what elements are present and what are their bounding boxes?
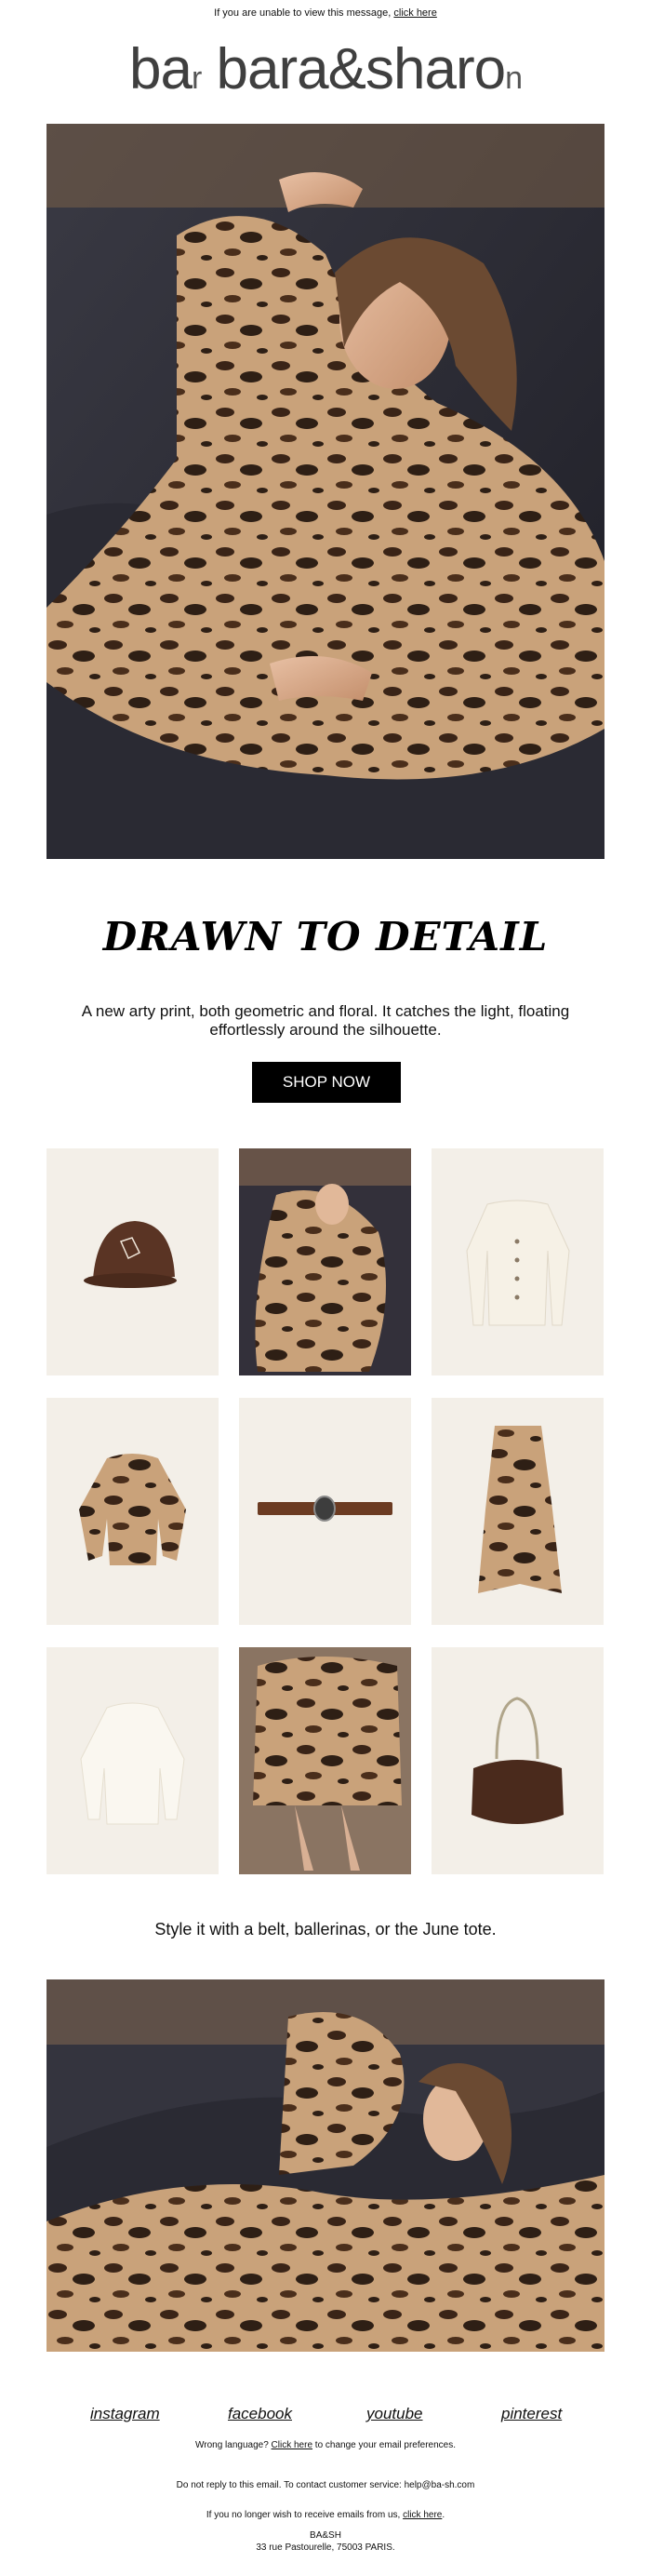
shop-now-button[interactable]: SHOP NOW	[252, 1062, 401, 1103]
company-name: BA&SH	[310, 2530, 341, 2541]
logo-left: bar	[129, 37, 202, 101]
product-june-tote[interactable]	[432, 1647, 604, 1874]
product-ivory-blouse[interactable]	[46, 1647, 219, 1874]
unsubscribe-link[interactable]: click here	[403, 2510, 442, 2520]
product-print-blouse[interactable]	[46, 1398, 219, 1625]
social-facebook-link[interactable]: facebook	[228, 2405, 292, 2423]
brand-logo[interactable]: bar bara&sharon	[0, 37, 651, 111]
product-print-skirt[interactable]	[432, 1398, 604, 1625]
social-pinterest-link[interactable]: pinterest	[501, 2405, 562, 2423]
noreply-line: Do not reply to this email. To contact c…	[176, 2480, 475, 2490]
language-text: Wrong language?	[195, 2440, 269, 2450]
view-online-link[interactable]: click here	[393, 7, 436, 19]
product-cap[interactable]	[46, 1148, 219, 1375]
preheader: If you are unable to view this message, …	[0, 7, 651, 19]
styling-caption: Style it with a belt, ballerinas, or the…	[154, 1920, 497, 1939]
logo-tail: n	[505, 60, 523, 96]
company-address: 33 rue Pastourelle, 75003 PARIS.	[256, 2542, 395, 2553]
unsubscribe-text: If you no longer wish to receive emails …	[206, 2510, 401, 2520]
social-youtube-link[interactable]: youtube	[366, 2405, 423, 2423]
unsubscribe-line: If you no longer wish to receive emails …	[206, 2510, 445, 2520]
product-cardigan[interactable]	[432, 1148, 604, 1375]
product-model-dress[interactable]	[239, 1148, 411, 1375]
language-link[interactable]: Click here	[272, 2440, 312, 2450]
language-text-end: to change your email preferences.	[314, 2440, 456, 2450]
social-instagram-link[interactable]: instagram	[90, 2405, 160, 2423]
preheader-text: If you are unable to view this message,	[214, 7, 392, 19]
subheadline: A new arty print, both geometric and flo…	[81, 1002, 570, 1039]
hero-image[interactable]	[46, 124, 604, 859]
logo-wordmark: bara&sharo	[216, 37, 507, 101]
product-model-skirt[interactable]	[239, 1647, 411, 1874]
language-line: Wrong language? Click here to change you…	[0, 2439, 651, 2451]
product-belt[interactable]	[239, 1398, 411, 1625]
secondary-image[interactable]	[46, 1979, 604, 2352]
headline: DRAWN TO DETAIL	[102, 914, 549, 959]
